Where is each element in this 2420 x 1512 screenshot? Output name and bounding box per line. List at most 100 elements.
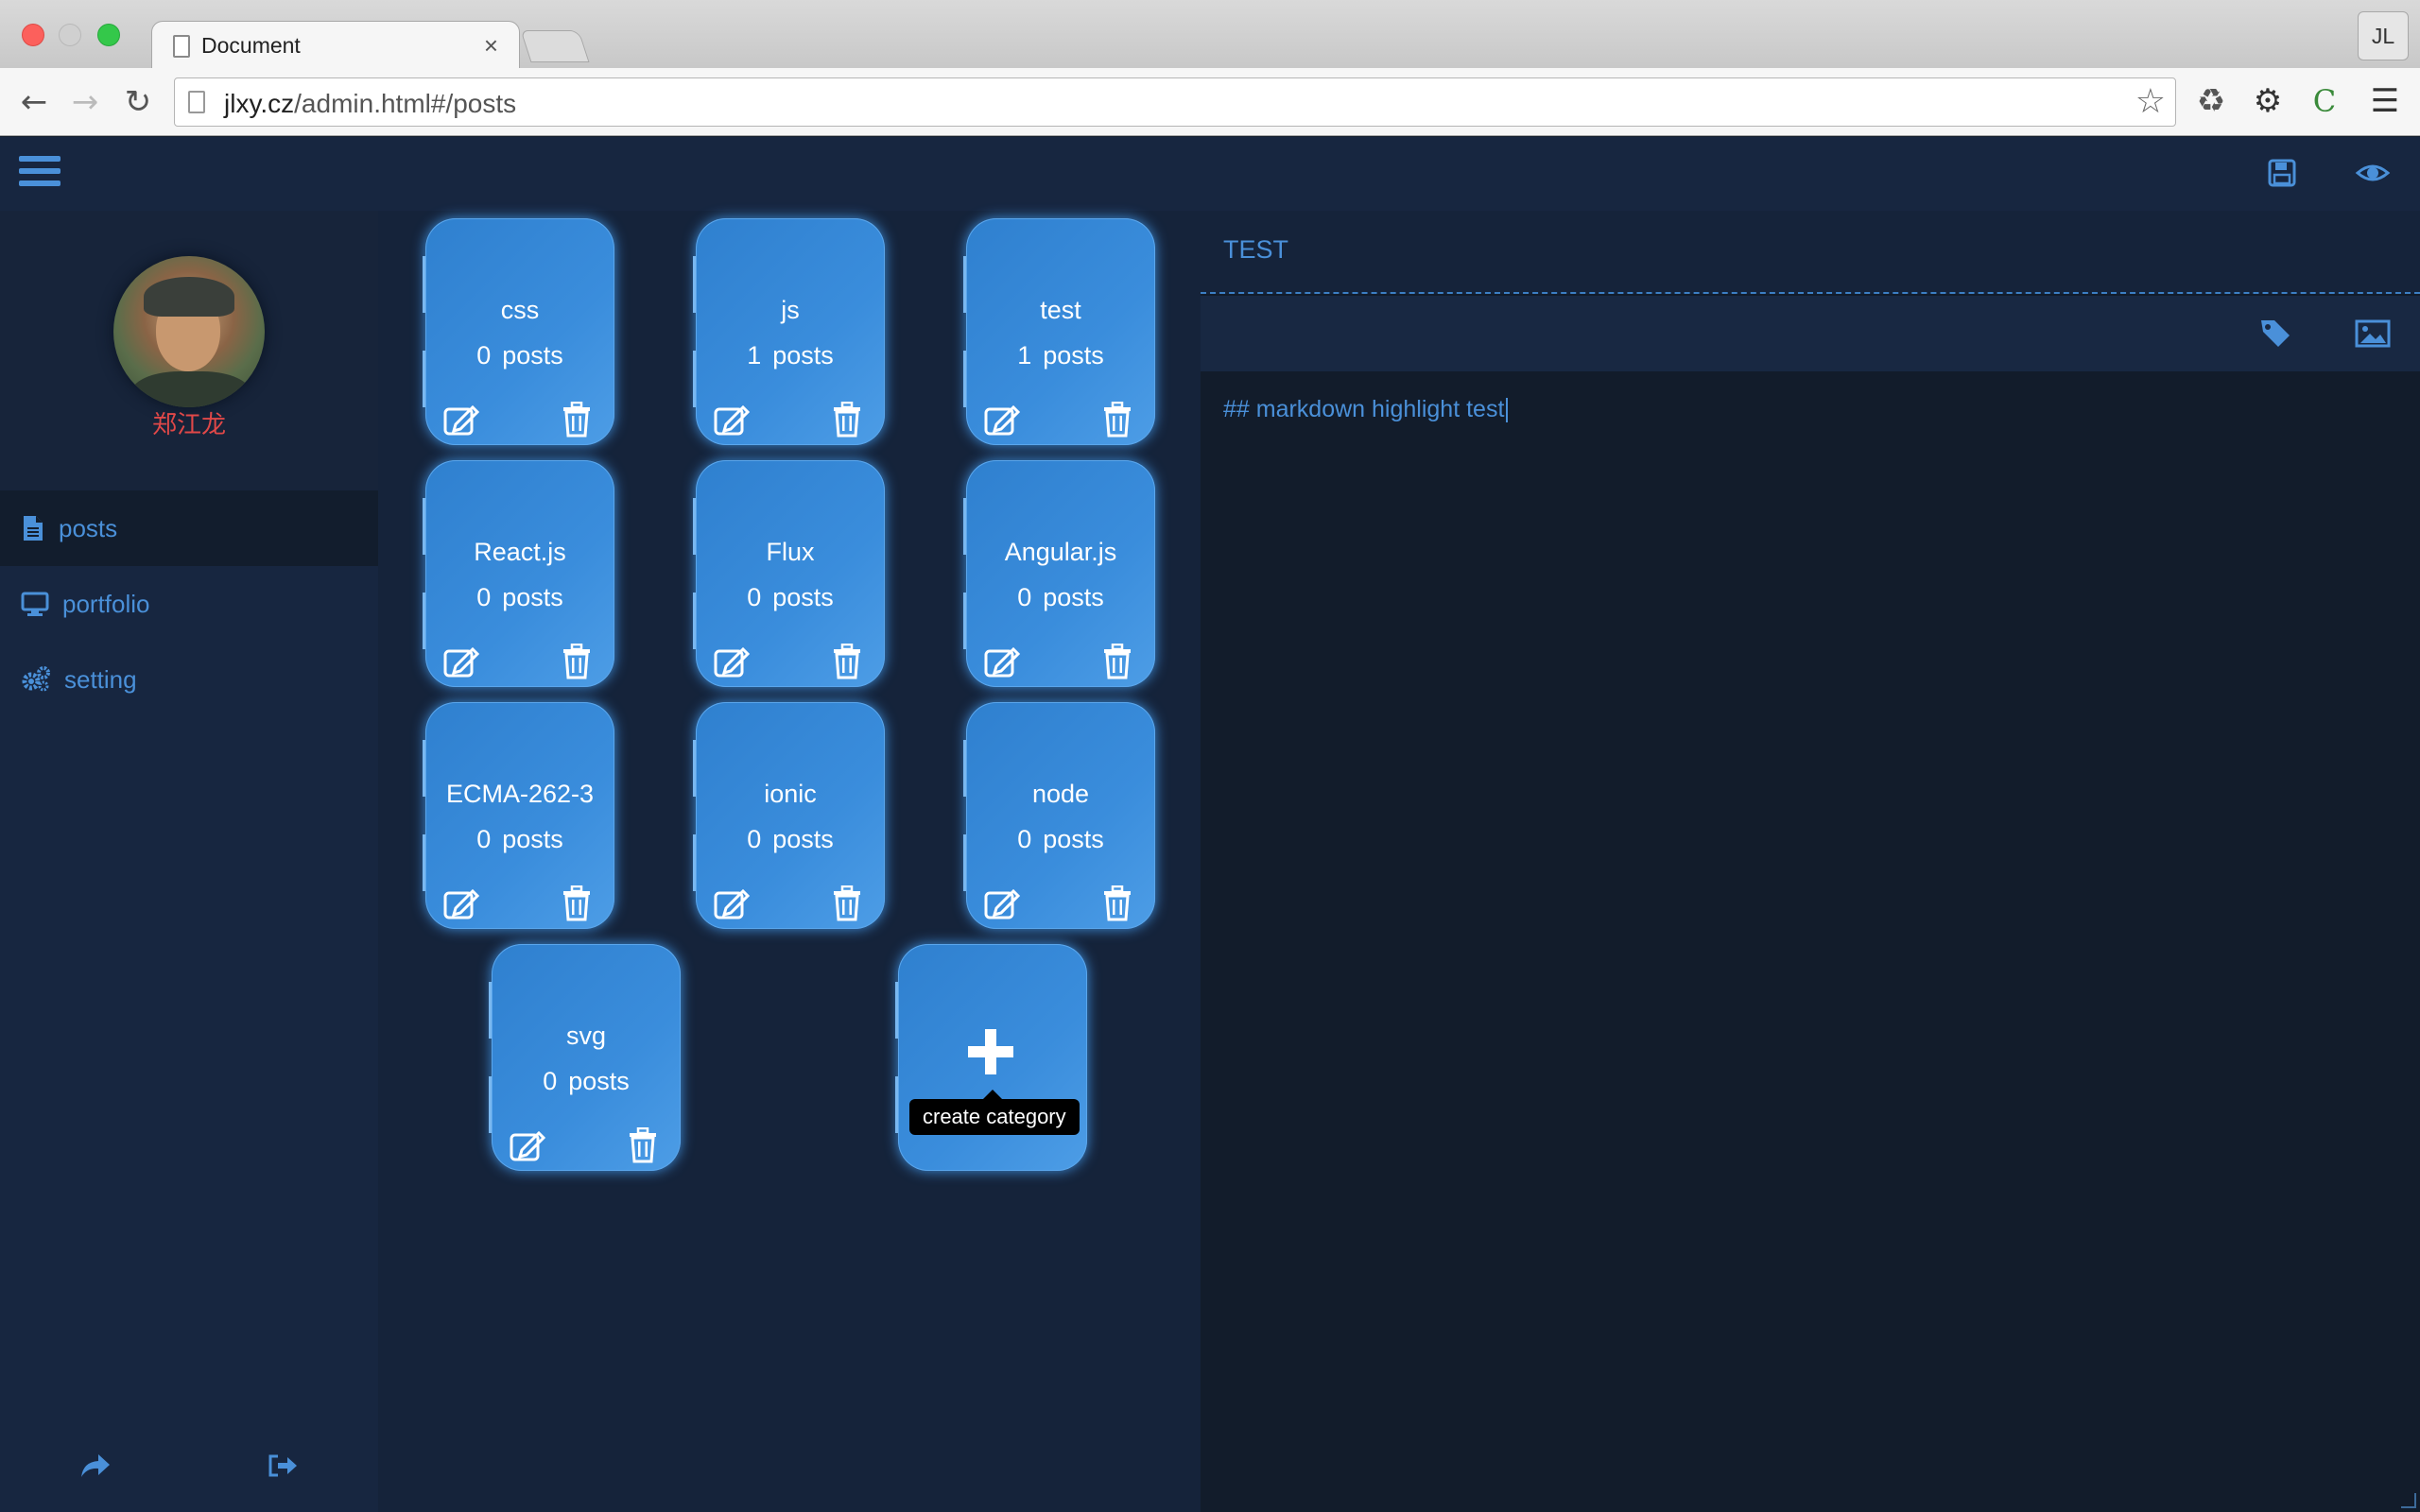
- sidebar-item-posts[interactable]: posts: [0, 490, 378, 566]
- category-count: 0 posts: [966, 825, 1155, 854]
- browser-menu-icon[interactable]: ☰: [2363, 79, 2407, 123]
- trash-icon[interactable]: [562, 644, 592, 679]
- window-maximize-button[interactable]: [97, 24, 120, 46]
- extension-c-icon[interactable]: C: [2303, 79, 2346, 123]
- category-name: ionic: [764, 780, 817, 808]
- category-name: ECMA-262-3: [445, 780, 595, 808]
- logout-icon[interactable]: [265, 1449, 302, 1483]
- sidebar-item-setting[interactable]: setting: [0, 642, 378, 717]
- category-name: React.js: [474, 538, 566, 566]
- post-title: TEST: [1223, 235, 1289, 264]
- edit-icon[interactable]: [713, 644, 751, 679]
- category-count: 0 posts: [425, 825, 614, 854]
- edit-icon[interactable]: [442, 402, 480, 438]
- category-name: svg: [565, 1022, 607, 1050]
- post-count: 1: [1017, 341, 1032, 369]
- edit-icon[interactable]: [442, 885, 480, 921]
- category-count: 0 posts: [425, 341, 614, 370]
- post-title-field[interactable]: TEST: [1201, 211, 2420, 294]
- post-count: 0: [543, 1067, 558, 1095]
- address-bar[interactable]: jlxy.cz/admin.html#/posts ☆: [174, 77, 2176, 127]
- category-card-angularjs[interactable]: Angular.js 0 posts: [963, 460, 1155, 687]
- sidebar-item-label: posts: [59, 513, 118, 542]
- post-count: 1: [747, 341, 762, 369]
- category-card-reactjs[interactable]: React.js 0 posts: [423, 460, 614, 687]
- url-text[interactable]: jlxy.cz/admin.html#/posts: [224, 89, 516, 119]
- save-icon[interactable]: [2263, 154, 2301, 192]
- post-count-unit: posts: [1043, 825, 1104, 853]
- trash-icon[interactable]: [832, 402, 862, 438]
- category-count: 0 posts: [696, 583, 885, 612]
- eye-icon[interactable]: [2354, 154, 2392, 192]
- post-editor: TEST ## markdown highlight test: [1201, 211, 2420, 1512]
- category-card-flux[interactable]: Flux 0 posts: [693, 460, 885, 687]
- window-close-button[interactable]: [22, 24, 44, 46]
- desktop-icon: [21, 592, 49, 616]
- share-icon[interactable]: [76, 1449, 113, 1483]
- edit-icon[interactable]: [442, 644, 480, 679]
- category-card-node[interactable]: node 0 posts: [963, 702, 1155, 929]
- category-card-js[interactable]: js 1 posts: [693, 218, 885, 445]
- back-arrow-icon[interactable]: ←: [13, 81, 55, 123]
- post-count-unit: posts: [1043, 583, 1104, 611]
- forward-arrow-icon[interactable]: →: [64, 81, 106, 123]
- image-icon[interactable]: [2354, 317, 2392, 351]
- tab-close-icon[interactable]: ×: [484, 31, 498, 60]
- trash-icon[interactable]: [562, 885, 592, 921]
- gear-icon[interactable]: ⚙: [2246, 79, 2290, 123]
- markdown-editor[interactable]: ## markdown highlight test: [1223, 396, 1509, 423]
- category-count: 0 posts: [696, 825, 885, 854]
- category-card-test[interactable]: test 1 posts: [963, 218, 1155, 445]
- category-name: js: [781, 296, 800, 324]
- browser-tab-active[interactable]: Document ×: [151, 21, 520, 70]
- text-cursor: [1506, 398, 1509, 423]
- user-name: 郑江龙: [151, 411, 226, 439]
- reload-icon[interactable]: ↻: [117, 81, 159, 123]
- hamburger-menu-icon[interactable]: [19, 156, 60, 192]
- sidebar-item-portfolio[interactable]: portfolio: [0, 566, 378, 642]
- trash-icon[interactable]: [1102, 885, 1132, 921]
- trash-icon[interactable]: [1102, 402, 1132, 438]
- category-count: 1 posts: [696, 341, 885, 370]
- edit-icon[interactable]: [983, 644, 1021, 679]
- bookmark-star-icon[interactable]: ☆: [2135, 82, 2166, 121]
- edit-icon[interactable]: [713, 885, 751, 921]
- trash-icon[interactable]: [832, 885, 862, 921]
- trash-icon[interactable]: [1102, 644, 1132, 679]
- window-minimize-button[interactable]: [59, 24, 81, 46]
- post-count-unit: posts: [568, 1067, 630, 1095]
- trash-icon[interactable]: [562, 402, 592, 438]
- recycle-icon[interactable]: ♻: [2189, 79, 2233, 123]
- resize-grip[interactable]: [2401, 1493, 2416, 1508]
- post-count: 0: [1017, 825, 1032, 853]
- category-pane: css 0 posts js 1 posts test 1 posts React.j…: [378, 211, 1201, 1512]
- edit-icon[interactable]: [983, 885, 1021, 921]
- profile-button[interactable]: JL: [2358, 11, 2409, 60]
- category-card-ionic[interactable]: ionic 0 posts: [693, 702, 885, 929]
- editor-toolbar: [1201, 296, 2420, 371]
- tag-icon[interactable]: [2257, 317, 2295, 351]
- sidebar-item-label: setting: [64, 664, 137, 694]
- category-card-ecma-262-3[interactable]: ECMA-262-3 0 posts: [423, 702, 614, 929]
- post-count: 0: [476, 341, 492, 369]
- trash-icon[interactable]: [832, 644, 862, 679]
- tab-title: Document: [201, 33, 301, 58]
- avatar[interactable]: [113, 256, 265, 407]
- edit-icon[interactable]: [713, 402, 751, 438]
- edit-icon[interactable]: [983, 402, 1021, 438]
- file-text-icon: [24, 516, 43, 541]
- new-tab-button[interactable]: [520, 30, 590, 62]
- edit-icon[interactable]: [509, 1127, 546, 1163]
- category-card-svg[interactable]: svg 0 posts: [489, 944, 681, 1171]
- category-name: Flux: [766, 538, 815, 566]
- category-name: node: [1031, 780, 1090, 808]
- trash-icon[interactable]: [628, 1127, 658, 1163]
- category-card-css[interactable]: css 0 posts: [423, 218, 614, 445]
- create-category-button[interactable]: create category: [895, 944, 1087, 1171]
- post-count: 0: [476, 825, 492, 853]
- post-count-unit: posts: [772, 825, 834, 853]
- app-header: [0, 137, 2420, 211]
- editor-text: ## markdown highlight test: [1223, 396, 1505, 422]
- post-count: 0: [747, 825, 762, 853]
- plus-icon: [968, 1029, 1013, 1074]
